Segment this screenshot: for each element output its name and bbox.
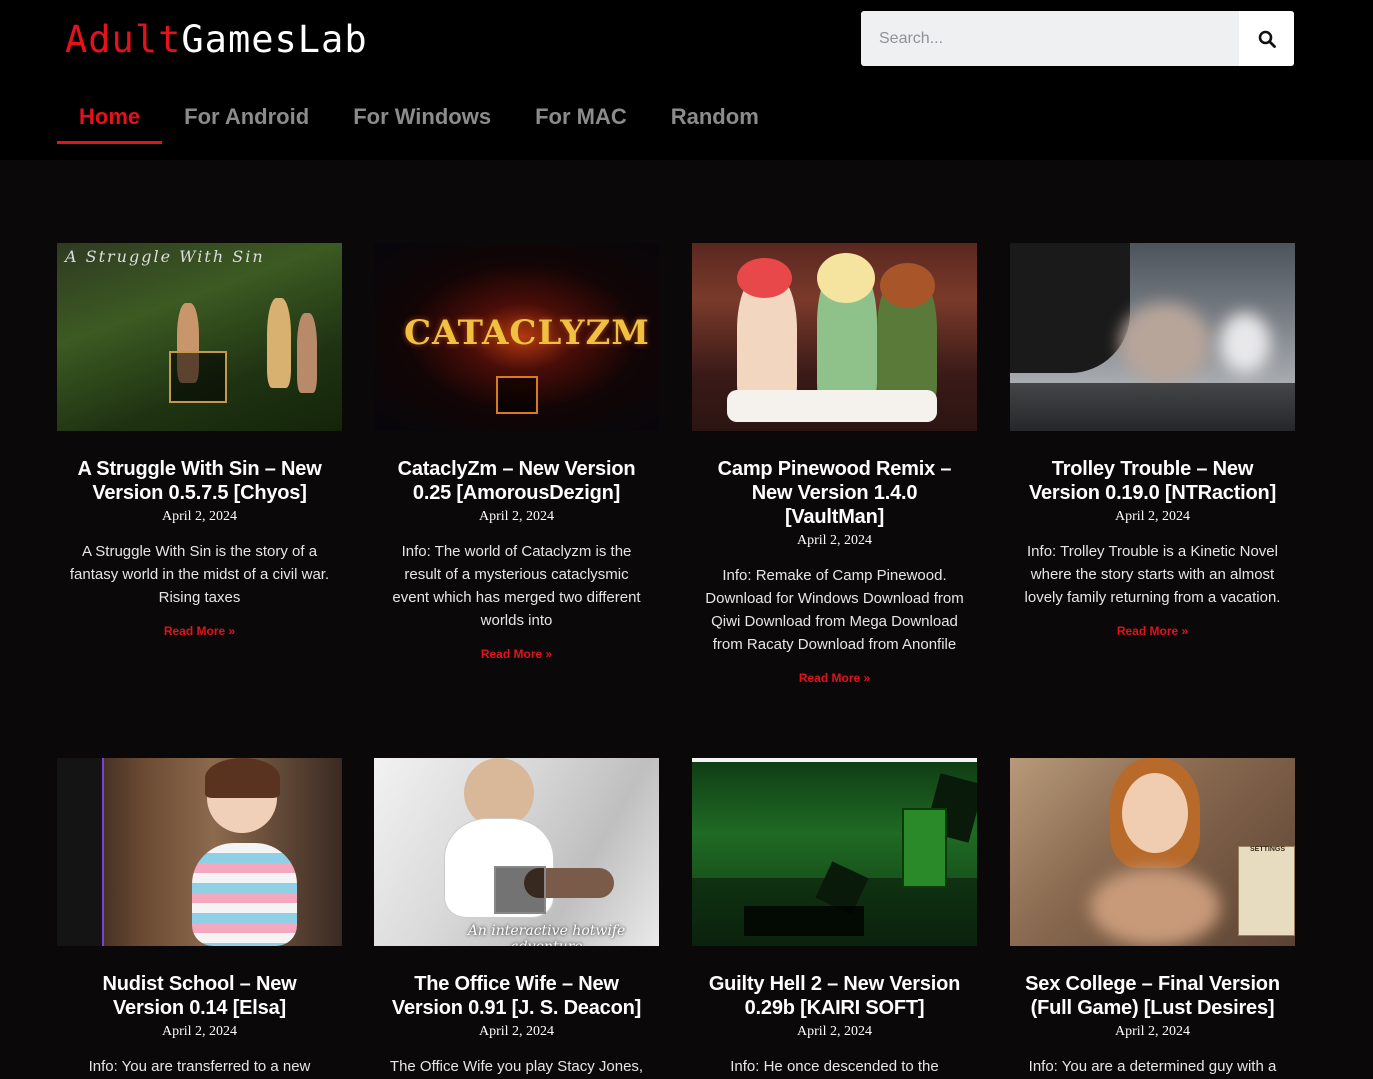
post-date: April 2, 2024 xyxy=(796,533,873,548)
post-excerpt: A Struggle With Sin is the story of a fa… xyxy=(69,543,330,606)
search-icon xyxy=(1258,30,1276,48)
post-date: April 2, 2024 xyxy=(1114,1024,1191,1039)
post-date: April 2, 2024 xyxy=(161,1024,238,1039)
post-card: Trolley Trouble – New Version 0.19.0 [NT… xyxy=(1010,243,1295,640)
post-title[interactable]: A Struggle With Sin – New Version 0.5.7.… xyxy=(65,457,334,505)
read-more-link[interactable]: Read More » xyxy=(1117,624,1188,638)
post-card: Camp Pinewood Remix – New Version 1.4.0 … xyxy=(692,243,977,687)
nav-item-for-windows[interactable]: For Windows xyxy=(331,96,513,144)
post-title[interactable]: Trolley Trouble – New Version 0.19.0 [NT… xyxy=(1018,457,1287,505)
post-card: Guilty Hell 2 – New Version 0.29b [KAIRI… xyxy=(692,758,977,1078)
site-logo[interactable]: AdultGamesLab xyxy=(65,18,368,61)
post-excerpt: Info: You are transferred to a new xyxy=(88,1058,311,1075)
post-title[interactable]: CataclyZm – New Version 0.25 [AmorousDez… xyxy=(382,457,651,505)
post-card: A Struggle With Sin A Struggle With Sin … xyxy=(57,243,342,640)
post-title[interactable]: Nudist School – New Version 0.14 [Elsa] xyxy=(65,972,334,1020)
post-title[interactable]: Sex College – Final Version (Full Game) … xyxy=(1018,972,1287,1020)
post-excerpt: Info: Trolley Trouble is a Kinetic Novel… xyxy=(1024,543,1281,606)
thumbnail-settings-label: SETTINGS xyxy=(1250,846,1286,853)
post-excerpt: Info: The world of Cataclyzm is the resu… xyxy=(392,543,641,629)
logo-part-2: GamesLab xyxy=(181,18,368,61)
post-title[interactable]: Camp Pinewood Remix – New Version 1.4.0 … xyxy=(700,457,969,529)
post-excerpt: Info: Remake of Camp Pinewood. Download … xyxy=(705,567,964,653)
post-thumbnail[interactable]: SETTINGS xyxy=(1010,758,1295,946)
post-excerpt: Info: He once descended to the xyxy=(730,1058,939,1075)
post-date: April 2, 2024 xyxy=(478,509,555,524)
nav-item-for-android[interactable]: For Android xyxy=(162,96,331,144)
post-thumbnail[interactable] xyxy=(1010,243,1295,431)
post-card: Nudist School – New Version 0.14 [Elsa] … xyxy=(57,758,342,1078)
post-date: April 2, 2024 xyxy=(796,1024,873,1039)
post-thumbnail[interactable]: An interactive hotwife adventure xyxy=(374,758,659,946)
post-thumbnail[interactable]: A Struggle With Sin xyxy=(57,243,342,431)
main-nav: Home For Android For Windows For MAC Ran… xyxy=(57,96,781,144)
nav-item-home[interactable]: Home xyxy=(57,96,163,144)
read-more-link[interactable]: Read More » xyxy=(799,671,870,685)
thumbnail-tagline: An interactive hotwife adventure xyxy=(467,923,626,946)
post-card: CATACLYZM CataclyZm – New Version 0.25 [… xyxy=(374,243,659,663)
post-thumbnail[interactable]: CATACLYZM xyxy=(374,243,659,431)
search-box xyxy=(861,11,1294,66)
post-date: April 2, 2024 xyxy=(161,509,238,524)
post-thumbnail[interactable] xyxy=(692,758,977,946)
search-button[interactable] xyxy=(1239,11,1294,66)
thumbnail-game-title: A Struggle With Sin xyxy=(65,247,265,266)
nav-item-for-mac[interactable]: For MAC xyxy=(513,96,649,144)
post-title[interactable]: The Office Wife – New Version 0.91 [J. S… xyxy=(382,972,651,1020)
post-date: April 2, 2024 xyxy=(1114,509,1191,524)
logo-part-1: Adult xyxy=(65,18,182,61)
thumbnail-game-title: CATACLYZM xyxy=(404,313,650,353)
dialogue-box xyxy=(727,390,937,422)
search-input[interactable] xyxy=(861,11,1239,66)
post-thumbnail[interactable] xyxy=(692,243,977,431)
post-excerpt: Info: You are a determined guy with a xyxy=(1028,1058,1277,1075)
nav-item-random[interactable]: Random xyxy=(649,96,781,144)
post-excerpt: The Office Wife you play Stacy Jones, xyxy=(389,1058,644,1075)
post-card: An interactive hotwife adventure The Off… xyxy=(374,758,659,1078)
post-title[interactable]: Guilty Hell 2 – New Version 0.29b [KAIRI… xyxy=(700,972,969,1020)
post-date: April 2, 2024 xyxy=(478,1024,555,1039)
site-header: AdultGamesLab Home For Android For Windo… xyxy=(0,0,1373,160)
post-thumbnail[interactable] xyxy=(57,758,342,946)
post-card: SETTINGS Sex College – Final Version (Fu… xyxy=(1010,758,1295,1078)
read-more-link[interactable]: Read More » xyxy=(481,647,552,661)
read-more-link[interactable]: Read More » xyxy=(164,624,235,638)
